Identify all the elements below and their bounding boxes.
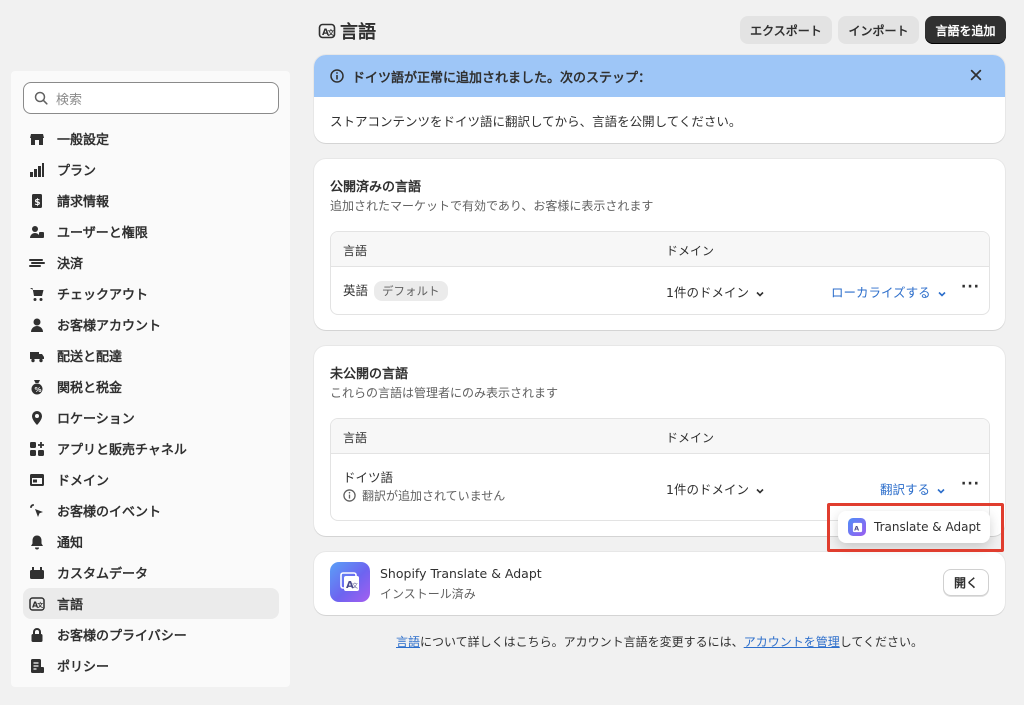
manage-account-link[interactable]: アカウントを管理 <box>744 635 840 649</box>
custom-data-icon <box>29 565 45 581</box>
column-language: 言語 <box>343 244 368 258</box>
search-input[interactable]: 検索 <box>23 82 279 114</box>
more-actions-icon[interactable]: ··· <box>961 279 980 295</box>
published-table: 言語 ドメイン 英語 デフォルト 1件のドメイン ローカライズする ··· <box>330 231 990 315</box>
sidebar-item-payments[interactable]: 決済 <box>23 247 279 278</box>
svg-text:文: 文 <box>36 601 44 609</box>
policy-icon <box>29 658 45 674</box>
sidebar-item-customer-events[interactable]: お客様のイベント <box>23 495 279 526</box>
chevron-down-icon <box>938 291 946 297</box>
translate-button[interactable]: 翻訳する <box>880 479 946 498</box>
sidebar-item-general[interactable]: 一般設定 <box>23 123 279 154</box>
store-icon <box>29 131 45 147</box>
more-actions-icon[interactable]: ··· <box>961 476 980 492</box>
sidebar-item-users[interactable]: ユーザーと権限 <box>23 216 279 247</box>
localize-button[interactable]: ローカライズする <box>831 282 947 301</box>
unpublished-subtitle: これらの言語は管理者にのみ表示されます <box>330 386 559 400</box>
translate-app-card: A文 Shopify Translate & Adapt インストール済み 開く <box>314 552 1005 615</box>
banner-header: ドイツ語が正常に追加されました。次のステップ： <box>314 55 1005 97</box>
chevron-down-icon <box>937 488 945 494</box>
import-button[interactable]: インポート <box>838 16 919 44</box>
plan-icon <box>29 162 45 178</box>
published-languages-card: 公開済みの言語 追加されたマーケットで有効であり、お客様に表示されます 言語 ド… <box>314 159 1005 330</box>
language-icon: A文 <box>318 23 336 39</box>
sidebar-item-custom-data[interactable]: カスタムデータ <box>23 557 279 588</box>
settings-sidebar: 検索 一般設定 プラン $ 請求情報 ユーザーと権限 決済 チェックアウト お客様… <box>11 71 290 687</box>
search-icon <box>34 91 48 105</box>
default-badge: デフォルト <box>374 281 448 301</box>
apps-icon <box>29 441 45 457</box>
export-button[interactable]: エクスポート <box>740 16 832 44</box>
open-app-button[interactable]: 開く <box>943 569 989 596</box>
info-icon <box>330 69 344 83</box>
sidebar-item-customer-accounts[interactable]: お客様アカウント <box>23 309 279 340</box>
app-name: Shopify Translate & Adapt <box>380 566 542 581</box>
search-placeholder: 検索 <box>56 92 83 108</box>
domain-icon <box>29 472 45 488</box>
language-name: ドイツ語 <box>343 470 394 485</box>
published-title: 公開済みの言語 <box>330 180 422 195</box>
tax-icon: % <box>29 379 45 395</box>
languages-help-link[interactable]: 言語 <box>396 635 420 649</box>
svg-text:文: 文 <box>352 582 358 590</box>
sidebar-item-plan[interactable]: プラン <box>23 154 279 185</box>
sidebar-item-apps[interactable]: アプリと販売チャネル <box>23 433 279 464</box>
sidebar-item-shipping[interactable]: 配送と配達 <box>23 340 279 371</box>
sidebar-item-billing[interactable]: $ 請求情報 <box>23 185 279 216</box>
close-icon[interactable] <box>969 68 983 82</box>
cursor-icon <box>29 503 45 519</box>
settings-nav: 一般設定 プラン $ 請求情報 ユーザーと権限 決済 チェックアウト お客様アカウ… <box>23 123 279 681</box>
chevron-down-icon <box>756 291 764 297</box>
billing-icon: $ <box>29 193 45 209</box>
domain-dropdown[interactable]: 1件のドメイン <box>666 479 765 498</box>
sidebar-item-checkout[interactable]: チェックアウト <box>23 278 279 309</box>
table-header: 言語 ドメイン <box>331 419 989 454</box>
published-subtitle: 追加されたマーケットで有効であり、お客様に表示されます <box>330 199 654 213</box>
sidebar-item-policies[interactable]: ポリシー <box>23 650 279 681</box>
chevron-down-icon <box>756 488 764 494</box>
payments-icon <box>29 255 45 271</box>
truck-icon <box>29 348 45 364</box>
table-header: 言語 ドメイン <box>331 232 989 267</box>
language-icon: A文 <box>29 596 45 612</box>
domain-dropdown[interactable]: 1件のドメイン <box>666 282 765 301</box>
sidebar-item-taxes[interactable]: % 関税と税金 <box>23 371 279 402</box>
svg-text:$: $ <box>34 198 40 208</box>
sidebar-item-notifications[interactable]: 通知 <box>23 526 279 557</box>
column-domain: ドメイン <box>666 244 715 258</box>
sidebar-item-languages[interactable]: A 文言語 <box>23 588 279 619</box>
location-icon <box>29 410 45 426</box>
banner-body: ストアコンテンツをドイツ語に翻訳してから、言語を公開してください。 <box>330 114 742 129</box>
page-title: A文 言語 <box>318 18 376 44</box>
lock-icon <box>29 627 45 643</box>
svg-text:文: 文 <box>328 28 336 37</box>
translation-status: 翻訳が追加されていません <box>343 487 505 504</box>
footer-help-text: 言語について詳しくはこちら。アカウント言語を変更するには、アカウントを管理してく… <box>396 635 923 649</box>
language-name: 英語 デフォルト <box>343 280 448 301</box>
svg-text:%: % <box>35 386 42 394</box>
page-title-text: 言語 <box>340 22 376 43</box>
unpublished-title: 未公開の言語 <box>330 367 409 382</box>
cart-icon <box>29 286 45 302</box>
bell-icon <box>29 534 45 550</box>
translate-adapt-app-icon: A文 <box>330 562 370 602</box>
sidebar-item-privacy[interactable]: お客様のプライバシー <box>23 619 279 650</box>
users-icon <box>29 224 45 240</box>
info-icon <box>343 489 356 502</box>
person-icon <box>29 317 45 333</box>
table-row: 英語 デフォルト 1件のドメイン ローカライズする ··· <box>331 267 989 314</box>
app-status: インストール済み <box>380 587 476 601</box>
annotation-highlight-box <box>827 503 1004 552</box>
success-banner: ドイツ語が正常に追加されました。次のステップ： ストアコンテンツをドイツ語に翻訳… <box>314 55 1005 143</box>
sidebar-item-domains[interactable]: ドメイン <box>23 464 279 495</box>
column-domain: ドメイン <box>666 431 715 445</box>
add-language-button[interactable]: 言語を追加 <box>925 16 1006 44</box>
column-language: 言語 <box>343 431 368 445</box>
banner-title: ドイツ語が正常に追加されました。次のステップ： <box>352 70 652 86</box>
sidebar-item-locations[interactable]: ロケーション <box>23 402 279 433</box>
